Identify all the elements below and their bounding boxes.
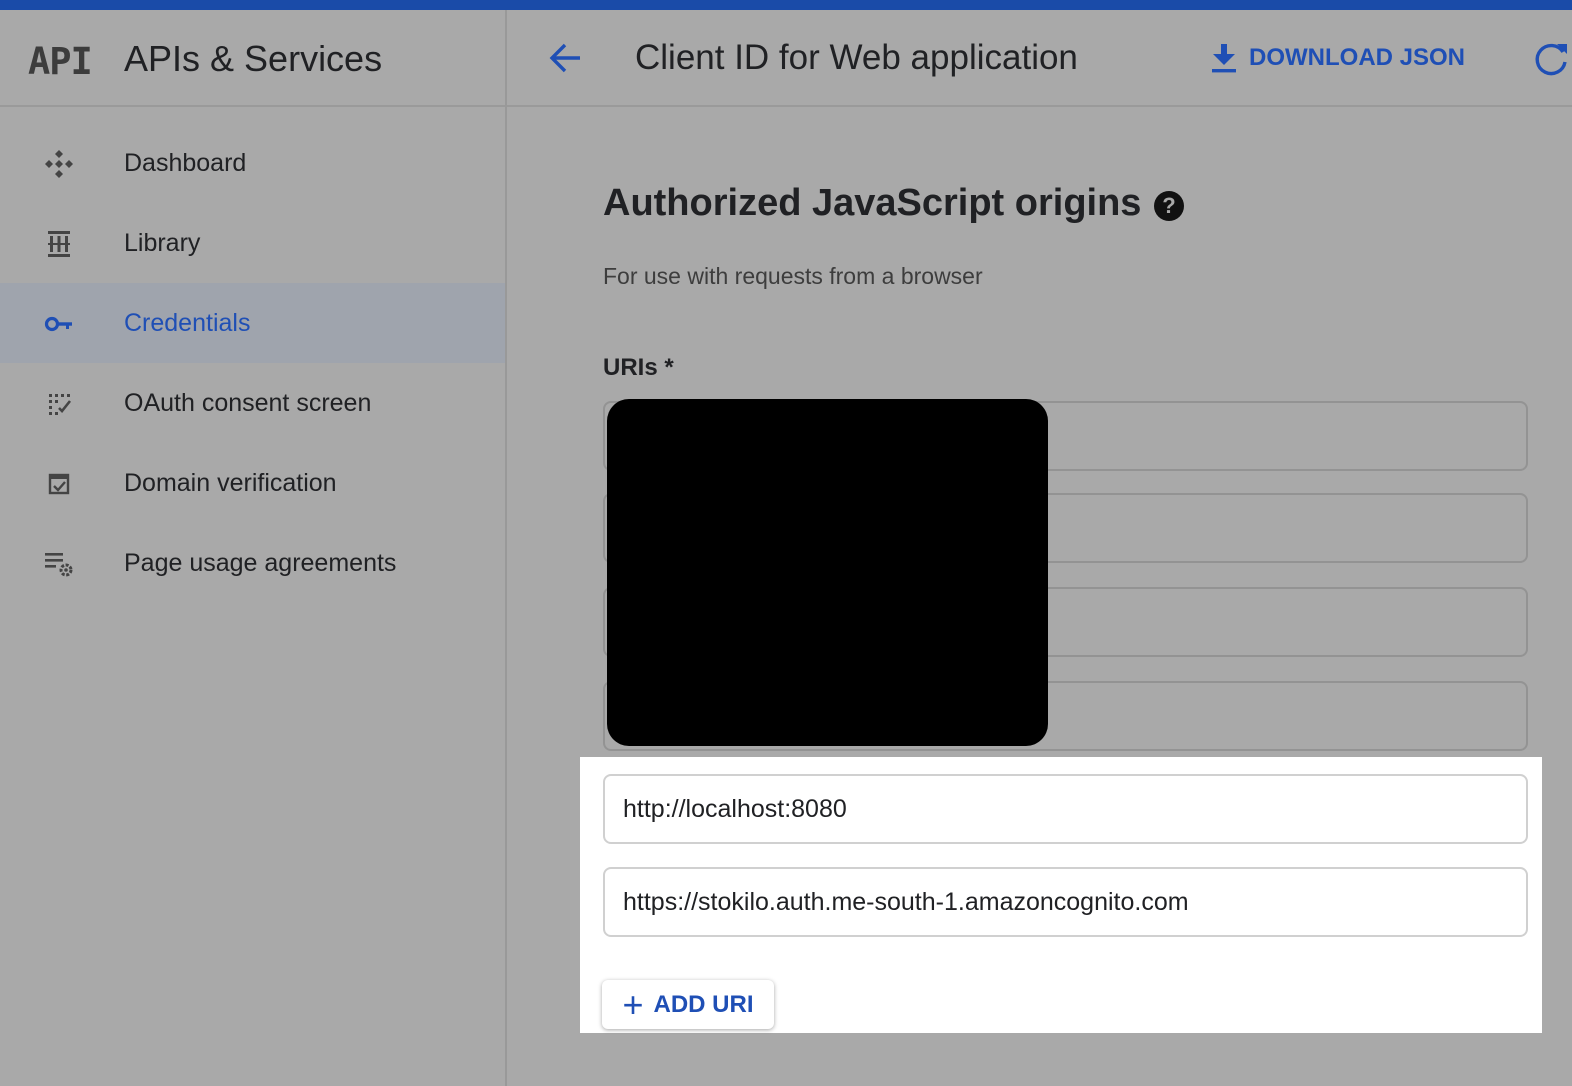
- download-icon: [1207, 41, 1241, 75]
- dashboard-icon: [42, 147, 76, 181]
- sidebar: API APIs & Services Dashboard Library Cr…: [0, 10, 505, 1086]
- back-button[interactable]: [543, 36, 587, 80]
- consent-icon: [42, 387, 76, 421]
- sidebar-header: API APIs & Services: [0, 10, 505, 107]
- help-icon[interactable]: ?: [1154, 191, 1184, 221]
- page-title: Client ID for Web application: [635, 38, 1078, 77]
- sidebar-item-oauth-consent[interactable]: OAuth consent screen: [0, 363, 505, 443]
- key-icon: [42, 307, 76, 341]
- library-icon: [42, 227, 76, 261]
- sidebar-item-library[interactable]: Library: [0, 203, 505, 283]
- refresh-icon: [1535, 43, 1567, 76]
- sidebar-nav: Dashboard Library Credentials OAuth cons…: [0, 123, 505, 603]
- sidebar-item-page-usage[interactable]: Page usage agreements: [0, 523, 505, 603]
- plus-icon: +: [622, 983, 644, 1025]
- sidebar-item-domain-verification[interactable]: Domain verification: [0, 443, 505, 523]
- api-logo[interactable]: API: [28, 40, 93, 83]
- settings-list-icon: [42, 547, 76, 581]
- sidebar-item-label: OAuth consent screen: [124, 389, 372, 417]
- download-json-button[interactable]: DOWNLOAD JSON: [1207, 38, 1465, 78]
- add-uri-button[interactable]: + ADD URI: [602, 980, 774, 1029]
- sidebar-item-label: Dashboard: [124, 149, 247, 177]
- sidebar-item-label: Page usage agreements: [124, 549, 397, 577]
- sidebar-item-label: Credentials: [124, 309, 251, 337]
- section-description: For use with requests from a browser: [603, 263, 983, 289]
- uris-label: URIs *: [603, 354, 674, 381]
- sidebar-item-credentials[interactable]: Credentials: [0, 283, 505, 363]
- add-uri-label: ADD URI: [653, 990, 754, 1018]
- redaction-box: [607, 399, 1048, 746]
- top-accent-bar: [0, 0, 1572, 10]
- uri-input[interactable]: [603, 774, 1528, 844]
- page-header: Client ID for Web application DOWNLOAD J…: [507, 10, 1572, 107]
- sidebar-item-label: Library: [124, 229, 201, 257]
- download-json-label: DOWNLOAD JSON: [1249, 44, 1465, 71]
- sidebar-divider: [505, 10, 507, 1086]
- refresh-button[interactable]: [1529, 38, 1572, 82]
- section-title: Authorized JavaScript origins: [603, 182, 1142, 224]
- sidebar-item-label: Domain verification: [124, 469, 337, 497]
- arrow-back-icon: [549, 43, 580, 73]
- product-title[interactable]: APIs & Services: [124, 38, 382, 80]
- checkbox-icon: [42, 467, 76, 501]
- uri-input[interactable]: [603, 867, 1528, 937]
- sidebar-item-dashboard[interactable]: Dashboard: [0, 123, 505, 203]
